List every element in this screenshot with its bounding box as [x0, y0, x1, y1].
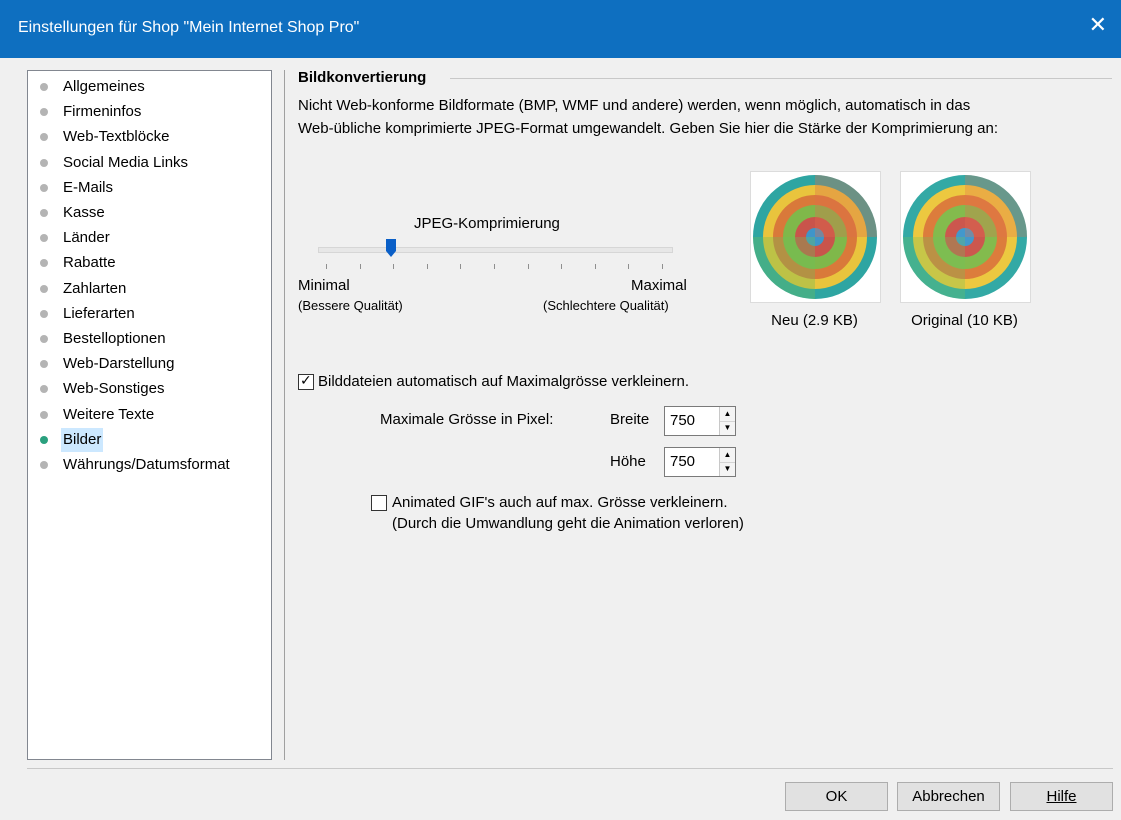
height-value[interactable]: 750	[670, 453, 695, 470]
bullet-icon	[40, 108, 48, 117]
slider-tick	[561, 264, 563, 269]
slider-tick	[393, 264, 395, 269]
description-text: Nicht Web-konforme Bildformate (BMP, WMF…	[298, 94, 1098, 140]
cancel-button[interactable]: Abbrechen	[897, 782, 1000, 811]
sidebar-item-label: Web-Darstellung	[63, 355, 175, 373]
slider-max-sublabel: (Schlechtere Qualität)	[543, 298, 669, 313]
slider-tick	[326, 264, 327, 269]
height-spinbox-buttons: ▲ ▼	[719, 448, 735, 476]
height-decrement-icon[interactable]: ▼	[720, 462, 735, 476]
bullet-icon	[40, 209, 48, 217]
bullet-icon	[40, 133, 48, 142]
help-button-label: Hilfe	[1046, 788, 1077, 805]
width-decrement-icon[interactable]: ▼	[720, 421, 735, 435]
slider-tick	[628, 264, 630, 269]
width-value[interactable]: 750	[670, 412, 695, 429]
width-increment-icon[interactable]: ▲	[720, 407, 735, 422]
sidebar-item-label: Web-Textblöcke	[63, 128, 170, 146]
sidebar-item-label: Bestelloptionen	[63, 330, 166, 347]
jpeg-compression-slider-thumb[interactable]	[386, 239, 396, 257]
jpeg-compression-label: JPEG-Komprimierung	[414, 215, 560, 232]
width-label: Breite	[610, 411, 650, 428]
bullet-icon	[40, 309, 48, 318]
bullet-icon	[40, 158, 48, 167]
description-line-2: Web-übliche komprimierte JPEG-Format umg…	[298, 120, 999, 137]
group-title: Bildkonvertierung	[298, 69, 427, 86]
ok-button[interactable]: OK	[785, 782, 888, 811]
preview-new-image	[750, 171, 881, 303]
slider-tick	[594, 264, 596, 269]
preview-new-caption: Neu (2.9 KB)	[771, 312, 858, 329]
bullet-icon	[40, 360, 48, 369]
slider-tick	[460, 264, 462, 269]
footer-divider	[27, 768, 1113, 769]
bullet-icon	[40, 83, 48, 91]
bullet-icon	[40, 284, 48, 293]
width-spinbox-buttons: ▲ ▼	[719, 407, 735, 435]
slider-tick	[359, 264, 361, 269]
animated-gif-label[interactable]: Animated GIF's auch auf max. Grösse verk…	[392, 494, 728, 511]
vertical-divider	[284, 70, 285, 760]
help-button[interactable]: Hilfe	[1010, 782, 1113, 811]
bullet-icon	[40, 435, 48, 444]
bullet-icon	[40, 335, 48, 343]
sidebar-item-label: Web-Sonstiges	[63, 380, 165, 398]
auto-resize-label[interactable]: Bilddateien automatisch auf Maximalgröss…	[318, 373, 689, 390]
bullet-icon	[40, 234, 48, 243]
slider-tick	[527, 264, 529, 269]
close-icon[interactable]: ✕	[1089, 14, 1107, 36]
group-divider	[450, 78, 1112, 79]
sidebar-item-label: E-Mails	[63, 178, 114, 196]
sidebar-item-label: Allgemeines	[63, 78, 145, 95]
settings-category-list[interactable]: Allgemeines Firmeninfos Web-Textblöcke Soci…	[27, 70, 272, 760]
sidebar-item-label: Bilder	[61, 427, 104, 452]
sidebar-item-label: Social Media Links	[63, 153, 189, 171]
preview-original-caption: Original (10 KB)	[911, 312, 1018, 329]
bullet-icon	[40, 259, 48, 268]
height-increment-icon[interactable]: ▲	[720, 448, 735, 463]
description-line-1: Nicht Web-konforme Bildformate (BMP, WMF…	[298, 97, 971, 114]
preview-original-image	[900, 171, 1031, 303]
jpeg-compression-slider-track[interactable]	[318, 247, 673, 253]
slider-min-label: Minimal	[298, 277, 350, 294]
title-bar: Einstellungen für Shop "Mein Internet Sh…	[0, 0, 1121, 58]
sidebar-item-label: Weitere Texte	[63, 405, 155, 423]
sidebar-item-label: Lieferarten	[63, 304, 135, 322]
slider-tick	[662, 264, 663, 269]
bullet-icon	[40, 410, 48, 419]
window-title: Einstellungen für Shop "Mein Internet Sh…	[18, 19, 360, 36]
settings-dialog: Einstellungen für Shop "Mein Internet Sh…	[0, 0, 1121, 820]
animated-gif-checkbox[interactable]	[371, 495, 387, 511]
slider-tick	[426, 264, 428, 269]
bullet-icon	[40, 385, 48, 394]
bullet-icon	[40, 183, 48, 192]
animated-gif-note: (Durch die Umwandlung geht die Animation…	[392, 515, 744, 532]
bullet-icon	[40, 461, 48, 469]
width-spinbox[interactable]: 750 ▲ ▼	[664, 406, 736, 436]
sidebar-item-label: Rabatte	[63, 254, 116, 272]
height-spinbox[interactable]: 750 ▲ ▼	[664, 447, 736, 477]
preview-original-graphic	[903, 175, 1027, 299]
sidebar-item-label: Firmeninfos	[63, 103, 142, 121]
slider-tick	[494, 264, 495, 269]
sidebar-item-label: Zahlarten	[63, 279, 127, 297]
sidebar-item-label: Kasse	[63, 204, 105, 221]
slider-max-label: Maximal	[631, 277, 687, 294]
preview-new-graphic	[753, 175, 877, 299]
slider-min-sublabel: (Bessere Qualität)	[298, 298, 403, 313]
max-size-label: Maximale Grösse in Pixel:	[380, 411, 554, 428]
sidebar-item-label: Währungs/Datumsformat	[63, 456, 230, 473]
auto-resize-checkbox[interactable]	[298, 372, 314, 390]
height-label: Höhe	[610, 453, 646, 470]
sidebar-item-label: Länder	[63, 229, 110, 247]
